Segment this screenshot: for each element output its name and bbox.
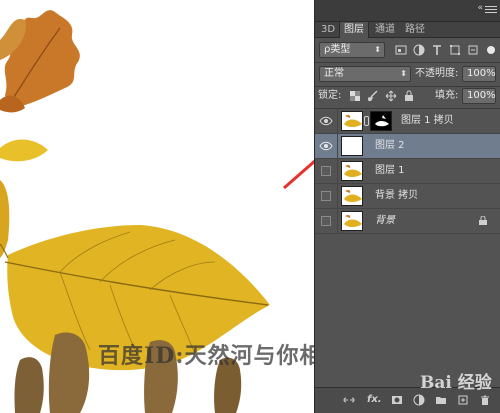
filter-shape-icon[interactable] [449,44,461,56]
eye-icon[interactable] [319,115,333,127]
divider [337,159,338,184]
layer-thumbnail [341,111,363,131]
lock-all-icon[interactable] [403,90,415,102]
filter-pixel-icon[interactable] [395,44,407,56]
visibility-toggle[interactable] [321,191,331,201]
fill-input[interactable]: 100% [462,88,496,104]
blend-mode-value: 正常 [324,68,344,79]
new-group-icon[interactable] [435,394,447,406]
watermark-text: 百度ID:天然河与你相约 [98,343,314,369]
layer-row[interactable]: 图层 1 拷贝 [315,109,500,134]
canvas-area[interactable]: 百度ID:天然河与你相约 [0,0,314,413]
lock-icon [479,216,487,225]
oak-leaf-illustration [0,10,80,113]
small-leaf [0,139,48,162]
blend-mode-dropdown[interactable]: 正常 ⬍ [319,66,411,82]
fill-value: 100% [467,90,496,101]
visibility-toggle[interactable] [321,166,331,176]
tab-channels[interactable]: 通道 [371,22,399,38]
adjustment-layer-icon[interactable] [413,394,425,406]
link-layers-icon[interactable] [343,394,355,406]
filter-smart-object-icon[interactable] [467,44,479,56]
layer-thumbnail [341,161,363,181]
add-mask-icon[interactable] [391,394,403,406]
opacity-label: 不透明度: [415,68,459,79]
divider [337,184,338,209]
collapse-icon[interactable]: « [477,3,483,13]
panel-tabs: 3D 图层 通道 路径 [315,22,500,38]
layer-thumbnail [341,211,363,231]
lock-label: 锁定: [318,90,342,101]
divider [315,62,500,63]
opacity-value: 100% [467,68,496,79]
lock-brush-icon[interactable] [367,90,379,102]
tab-paths[interactable]: 路径 [401,22,429,38]
fx-button[interactable]: fx. [367,394,382,405]
layers-panel: « 3D 图层 通道 路径 ρ类型 ⬍ 正常 ⬍ 不透明度: 100% 锁定: … [314,0,500,413]
panel-menu-icon[interactable] [485,4,497,14]
layer-name: 背景 拷贝 [375,190,419,201]
filter-toggle-icon[interactable] [485,44,497,56]
annotation-arrow-top [283,159,314,190]
filter-adjustment-icon[interactable] [413,44,425,56]
divider [337,109,338,134]
panel-title-strip: « [315,0,500,22]
layer-row-selected[interactable]: 图层 2 [315,134,500,159]
layer-thumbnail [341,136,363,156]
trash-icon[interactable] [479,394,491,406]
visibility-toggle[interactable] [321,216,331,226]
layer-name: 图层 1 [375,165,405,176]
opacity-input[interactable]: 100% [462,66,496,82]
layer-row[interactable]: 背景 [315,209,500,234]
eye-icon[interactable] [319,140,333,152]
divider [315,86,500,87]
layer-name: 背景 [375,215,395,226]
divider [337,134,338,159]
lock-move-icon[interactable] [385,90,397,102]
tab-3d[interactable]: 3D [317,22,339,38]
layer-thumbnail [341,186,363,206]
tab-layers[interactable]: 图层 [339,22,369,38]
chevron-down-icon: ⬍ [374,45,381,54]
link-icon[interactable] [364,116,369,126]
chevron-down-icon: ⬍ [400,69,407,78]
layer-row[interactable]: 背景 拷贝 [315,184,500,209]
layer-mask-thumbnail[interactable] [370,111,392,131]
divider [337,209,338,234]
filter-label: ρ类型 [324,44,351,55]
layer-name: 图层 1 拷贝 [401,115,454,126]
fill-label: 填充: [435,90,459,101]
brand-watermark: Bai 经验 [420,373,492,393]
layer-filter-dropdown[interactable]: ρ类型 ⬍ [319,42,385,58]
layer-row[interactable]: 图层 1 [315,159,500,184]
layer-name: 图层 2 [375,140,405,151]
filter-type-icon[interactable] [431,44,443,56]
new-layer-icon[interactable] [457,394,469,406]
lock-transparent-icon[interactable] [349,90,361,102]
